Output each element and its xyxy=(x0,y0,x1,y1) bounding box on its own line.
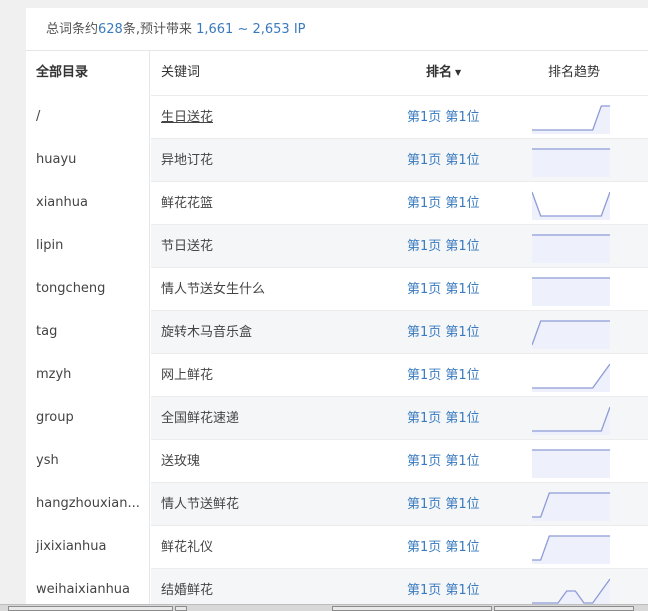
sidebar-header: 全部目录 xyxy=(36,65,89,80)
trend-area xyxy=(532,450,610,478)
table-row: 节日送花 第1页 第1位 xyxy=(151,224,648,267)
rank-value: 第1页 第1位 xyxy=(407,454,480,469)
summary-bar: 总词条约628条,预计带来 1,661 ~ 2,653 IP xyxy=(26,8,648,51)
table-row: 鲜花花篮 第1页 第1位 xyxy=(151,181,648,224)
column-header-trend: 排名趋势 xyxy=(548,65,601,80)
trend-line xyxy=(532,191,610,217)
trend-sparkline xyxy=(532,446,610,478)
table-row: 异地订花 第1页 第1位 xyxy=(151,138,648,181)
table-row: 旋转木马音乐盒 第1页 第1位 xyxy=(151,310,648,353)
keyword-link[interactable]: 全国鲜花速递 xyxy=(161,397,239,440)
column-header-rank-sort[interactable]: 排名 ▼ xyxy=(426,51,461,95)
sidebar-item[interactable]: group xyxy=(26,396,149,439)
sidebar-item[interactable]: hangzhouxian... xyxy=(26,482,149,525)
trend-area xyxy=(532,235,610,263)
trend-sparkline xyxy=(532,145,610,177)
keyword-link[interactable]: 节日送花 xyxy=(161,225,213,268)
trend-sparkline xyxy=(532,403,610,435)
table-row: 生日送花 第1页 第1位 xyxy=(151,95,648,138)
summary-mid: 条,预计带来 xyxy=(122,22,197,37)
sidebar-item[interactable]: jixixianhua xyxy=(26,525,149,568)
trend-sparkline xyxy=(532,102,610,134)
trend-sparkline xyxy=(532,274,610,306)
table-row: 网上鲜花 第1页 第1位 xyxy=(151,353,648,396)
rank-value: 第1页 第1位 xyxy=(407,540,480,555)
trend-sparkline xyxy=(532,532,610,564)
rank-value: 第1页 第1位 xyxy=(407,583,480,598)
rank-value: 第1页 第1位 xyxy=(407,411,480,426)
table-row: 情人节送女生什么 第1页 第1位 xyxy=(151,267,648,310)
rank-value: 第1页 第1位 xyxy=(407,153,480,168)
rank-value: 第1页 第1位 xyxy=(407,497,480,512)
horizontal-scrollbar[interactable] xyxy=(0,604,648,611)
trend-line xyxy=(532,406,610,432)
trend-sparkline xyxy=(532,188,610,220)
rank-value: 第1页 第1位 xyxy=(407,282,480,297)
keyword-link[interactable]: 生日送花 xyxy=(161,96,213,139)
scrollbar-thumb[interactable] xyxy=(332,606,492,611)
trend-sparkline xyxy=(532,489,610,521)
trend-sparkline xyxy=(532,360,610,392)
trend-area xyxy=(532,149,610,177)
scrollbar-segment[interactable] xyxy=(8,606,173,611)
sidebar-item[interactable]: xianhua xyxy=(26,181,149,224)
rank-value: 第1页 第1位 xyxy=(407,239,480,254)
sort-desc-icon: ▼ xyxy=(455,68,462,77)
column-header-keyword: 关键词 xyxy=(161,65,201,80)
sidebar-item[interactable]: tongcheng xyxy=(26,267,149,310)
trend-sparkline xyxy=(532,575,610,604)
table-row: 全国鲜花速递 第1页 第1位 xyxy=(151,396,648,439)
sidebar-item[interactable]: tag xyxy=(26,310,149,353)
trend-sparkline xyxy=(532,231,610,263)
keyword-link[interactable]: 情人节送鲜花 xyxy=(161,483,239,526)
rank-value: 第1页 第1位 xyxy=(407,368,480,383)
keyword-count: 628 xyxy=(98,22,123,37)
sidebar-item[interactable]: ysh xyxy=(26,439,149,482)
sidebar-item[interactable]: / xyxy=(26,95,149,138)
table-header: 关键词 排名 ▼ 排名趋势 xyxy=(151,51,648,95)
sidebar-item[interactable]: mzyh xyxy=(26,353,149,396)
trend-area xyxy=(532,278,610,306)
keyword-link[interactable]: 鲜花花篮 xyxy=(161,182,213,225)
trend-sparkline xyxy=(532,317,610,349)
column-header-rank-label: 排名 xyxy=(426,65,453,80)
keyword-link[interactable]: 网上鲜花 xyxy=(161,354,213,397)
ip-range: 1,661 ~ 2,653 IP xyxy=(196,22,306,37)
directory-sidebar: 全部目录 / huayu xianhua lipin tongcheng tag mzyh g… xyxy=(26,51,150,604)
keyword-link[interactable]: 异地订花 xyxy=(161,139,213,182)
scrollbar-segment[interactable] xyxy=(175,606,187,611)
keyword-link[interactable]: 情人节送女生什么 xyxy=(161,268,265,311)
trend-area xyxy=(532,321,610,349)
table-row: 情人节送鲜花 第1页 第1位 xyxy=(151,482,648,525)
keyword-ranking-panel: 总词条约628条,预计带来 1,661 ~ 2,653 IP 全部目录 / hua… xyxy=(26,8,648,604)
keyword-table: 关键词 排名 ▼ 排名趋势 生日送花 第1页 第1位 异地订花 第1页 第1位 鲜花花篮第… xyxy=(151,51,648,604)
table-row: 送玫瑰 第1页 第1位 xyxy=(151,439,648,482)
summary-prefix: 总词条约 xyxy=(46,22,99,37)
keyword-link[interactable]: 送玫瑰 xyxy=(161,440,200,483)
sidebar-item[interactable]: lipin xyxy=(26,224,149,267)
rank-value: 第1页 第1位 xyxy=(407,325,480,340)
rank-value: 第1页 第1位 xyxy=(407,196,480,211)
scrollbar-segment[interactable] xyxy=(494,606,634,611)
sidebar-item[interactable]: weihaixianhua xyxy=(26,568,149,604)
table-row: 结婚鲜花 第1页 第1位 xyxy=(151,568,648,604)
table-row: 鲜花礼仪 第1页 第1位 xyxy=(151,525,648,568)
keyword-link[interactable]: 旋转木马音乐盒 xyxy=(161,311,252,354)
keyword-link[interactable]: 结婚鲜花 xyxy=(161,569,213,604)
keyword-link[interactable]: 鲜花礼仪 xyxy=(161,526,213,569)
sidebar-item[interactable]: huayu xyxy=(26,138,149,181)
rank-value: 第1页 第1位 xyxy=(407,110,480,125)
